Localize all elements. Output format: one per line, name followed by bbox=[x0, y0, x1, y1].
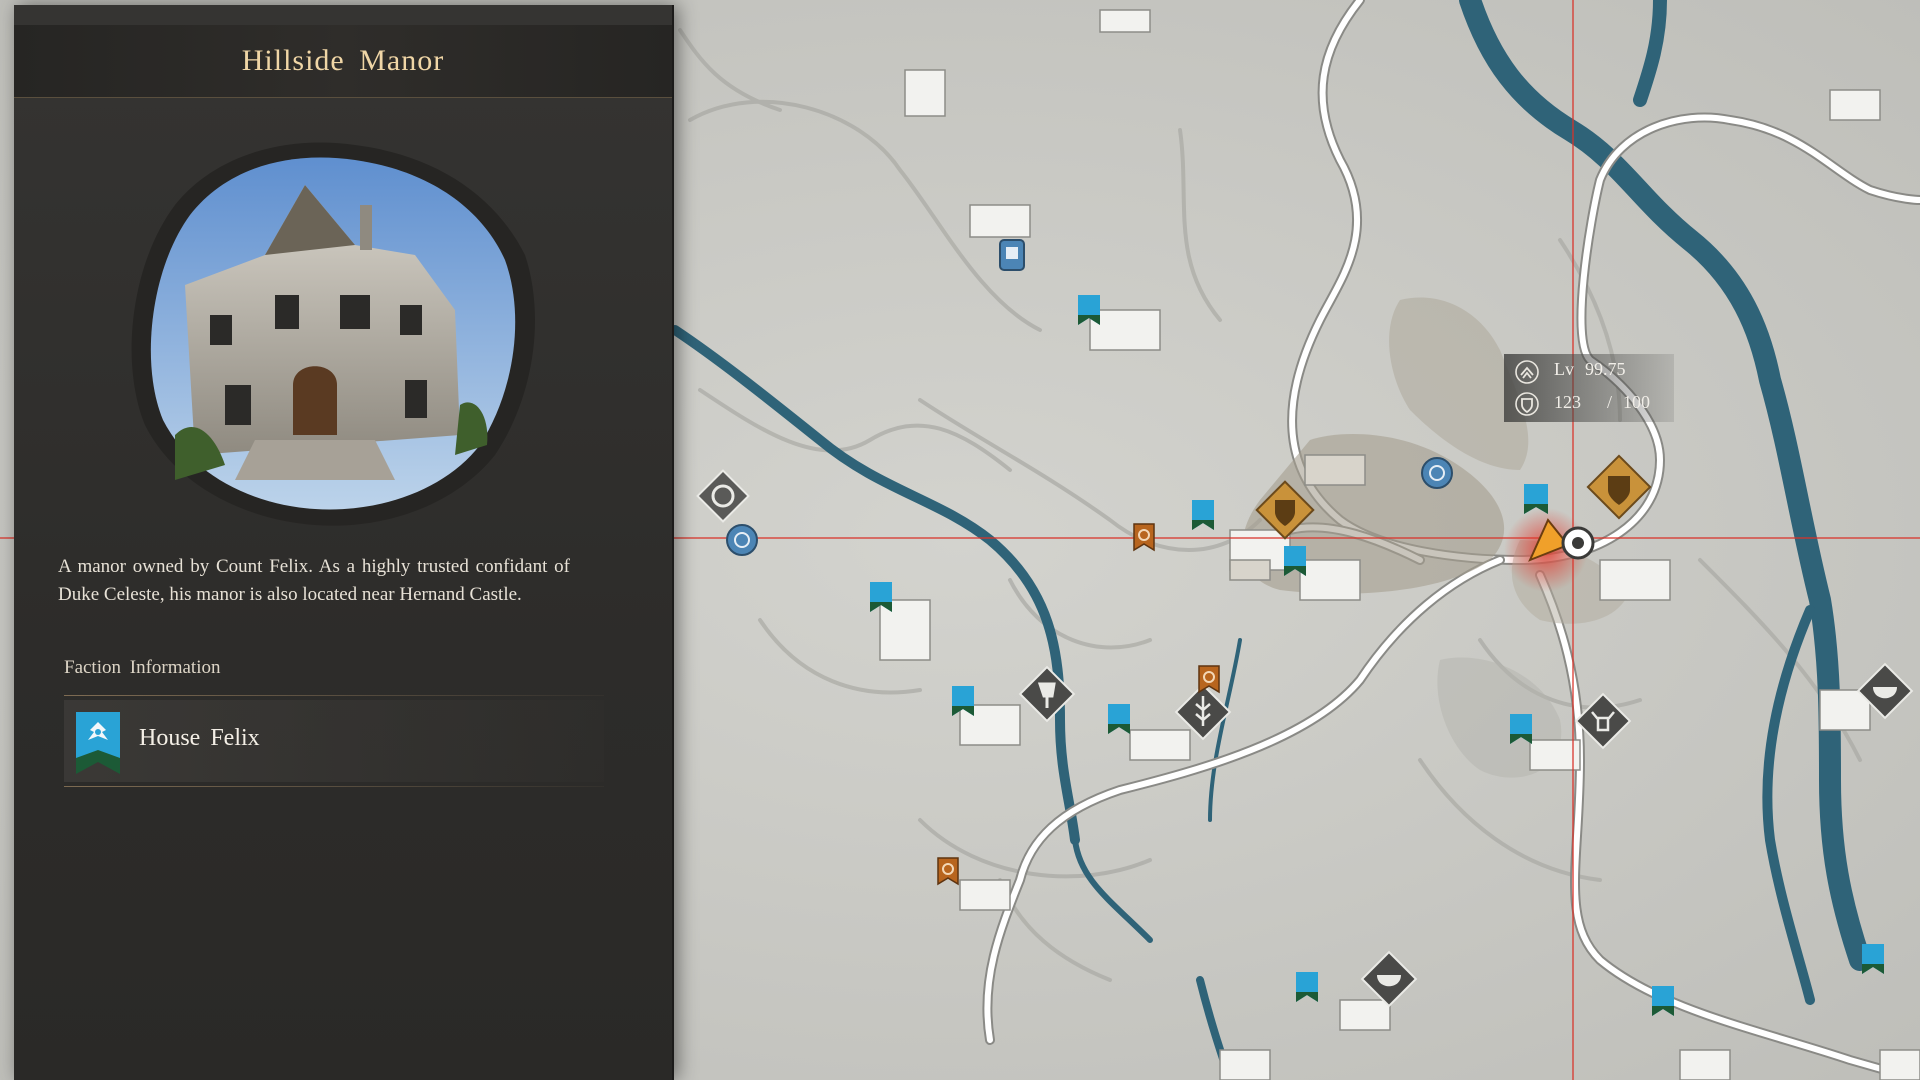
lantern-icon[interactable] bbox=[999, 239, 1025, 271]
level-chevron-icon bbox=[1515, 360, 1539, 384]
faction-name: House Felix bbox=[139, 725, 260, 751]
waypoint-icon[interactable] bbox=[726, 524, 758, 556]
location-description: A manor owned by Count Felix. As a highl… bbox=[58, 556, 570, 605]
level-label: Lv bbox=[1554, 359, 1574, 379]
location-portrait bbox=[131, 142, 535, 526]
divider bbox=[64, 695, 604, 696]
house-felix-banner-icon bbox=[76, 712, 120, 774]
power-separator: / bbox=[1607, 392, 1613, 412]
location-info-panel: Hillside Manor A manor owned by Count Fe… bbox=[14, 5, 674, 1080]
faction-info-heading: Faction Information bbox=[64, 657, 221, 678]
level-value: 99.75 bbox=[1585, 359, 1626, 379]
power-shield-icon bbox=[1515, 392, 1539, 416]
location-title: Hillside Manor bbox=[241, 44, 445, 77]
waypoint-icon[interactable] bbox=[1421, 457, 1453, 489]
power-max: 100 bbox=[1623, 392, 1650, 412]
divider bbox=[64, 786, 604, 787]
target-marker-icon bbox=[1561, 526, 1595, 560]
power-value: 123 bbox=[1554, 392, 1581, 412]
